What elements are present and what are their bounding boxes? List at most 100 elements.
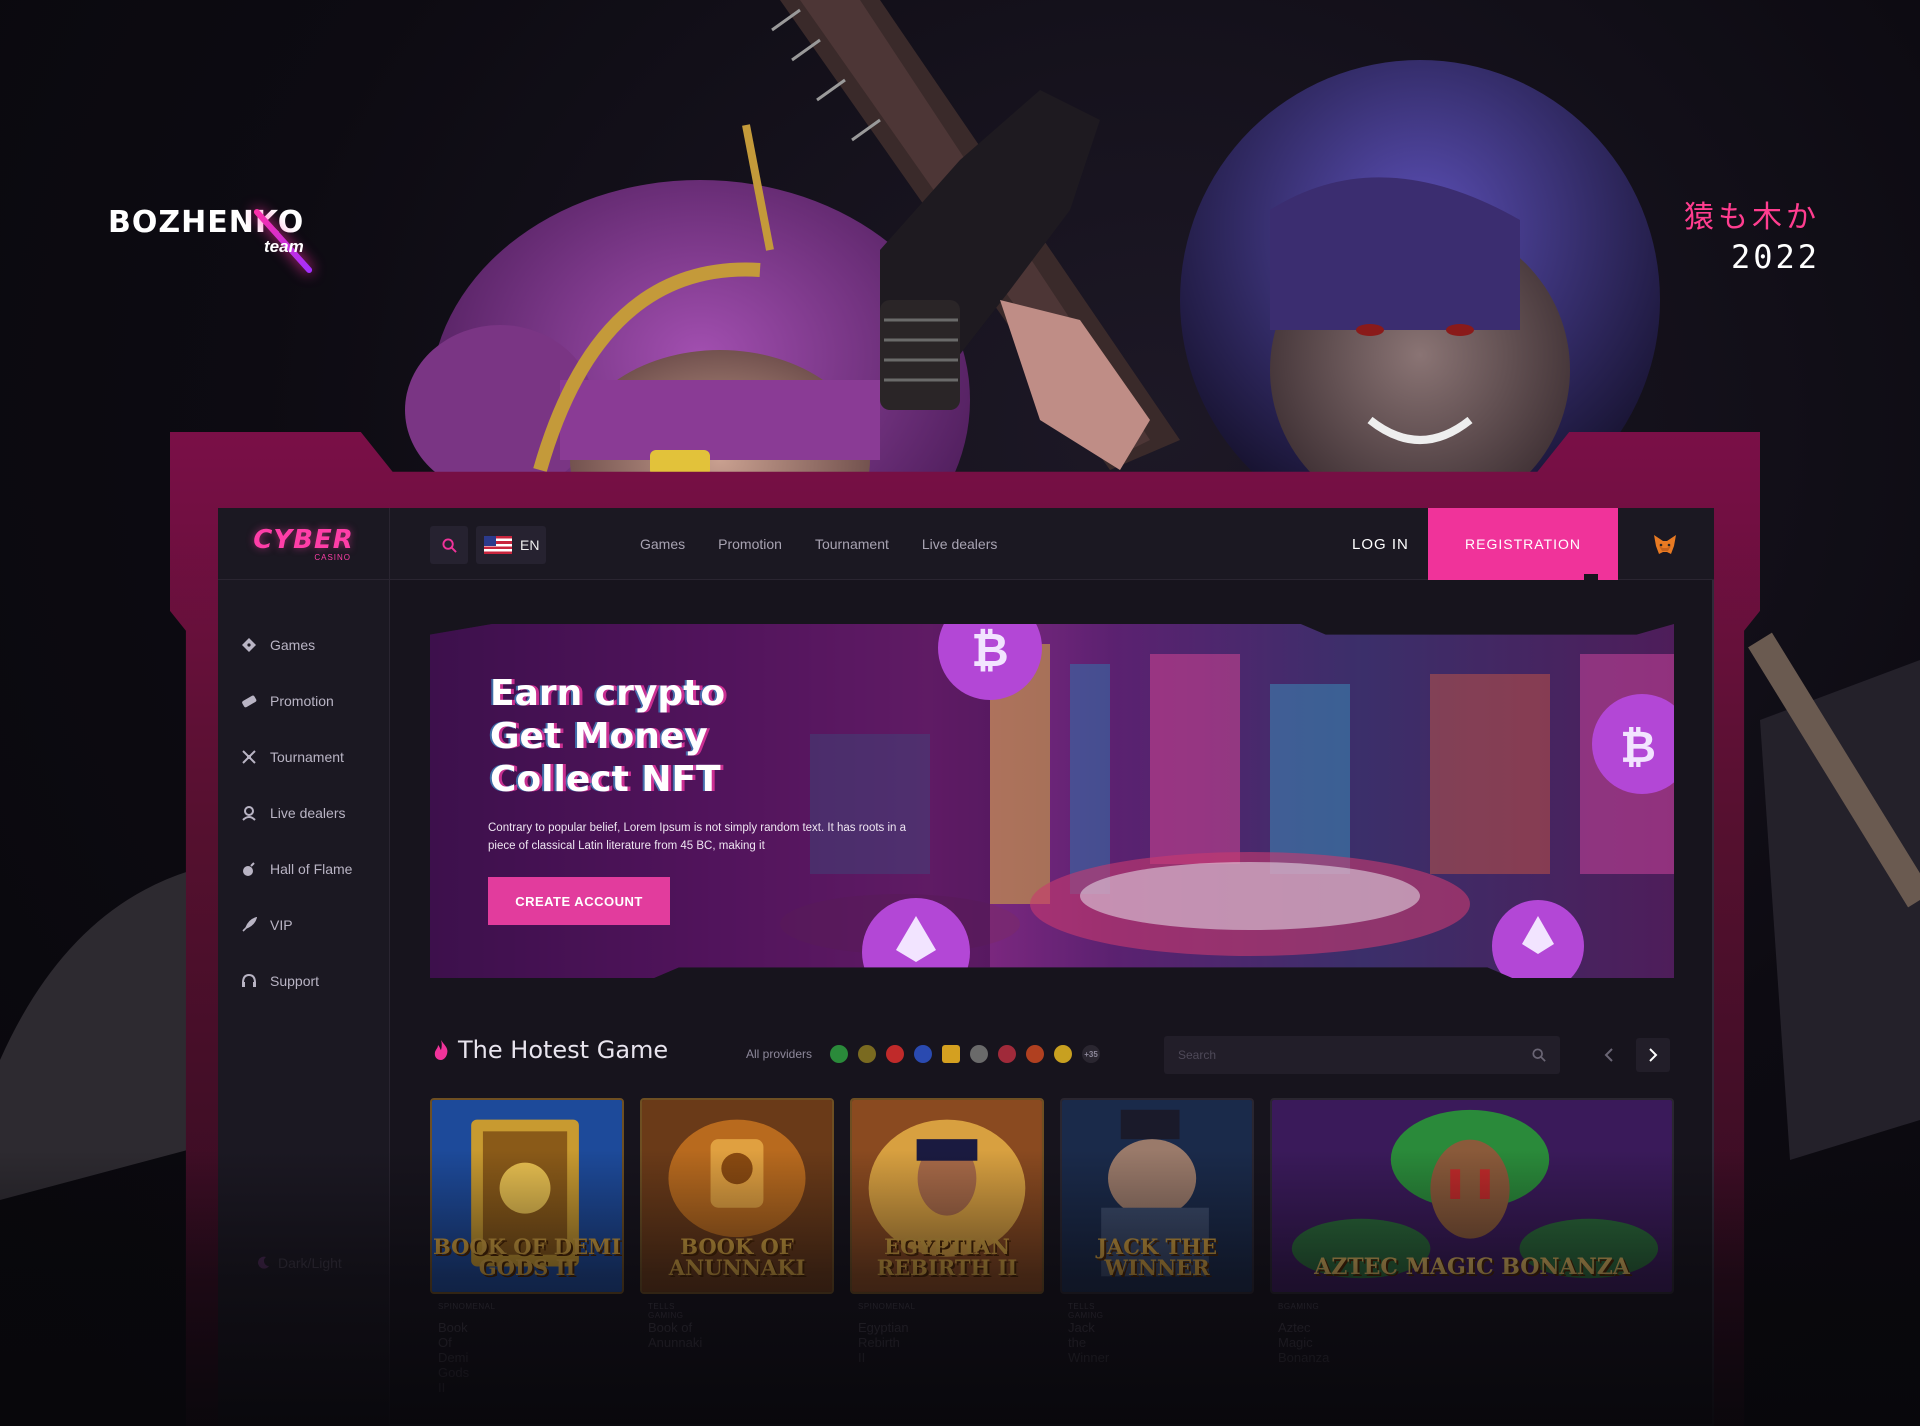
sidebar-item-label: VIP — [270, 917, 293, 933]
game-title[interactable]: Aztec Magic Bonanza — [1278, 1320, 1329, 1365]
game-card[interactable]: EGYPTIAN REBIRTH II — [850, 1098, 1044, 1294]
provider-logo-icon[interactable] — [830, 1045, 849, 1063]
sidebar-item-label: Support — [270, 973, 320, 989]
language-code: EN — [520, 537, 540, 553]
game-art-title: BOOK OF ANUNNAKI — [668, 1234, 806, 1280]
trophy-icon — [240, 748, 258, 766]
game-card[interactable]: BOOK OF ANUNNAKI — [640, 1098, 834, 1294]
brand-sub: team — [264, 237, 304, 256]
game-provider: BGAMING — [1278, 1302, 1320, 1311]
hero-description: Contrary to popular belief, Lorem Ipsum … — [488, 822, 907, 852]
sidebar-item-label: Tournament — [270, 749, 344, 765]
header-search-button[interactable] — [430, 526, 468, 564]
theme-toggle-label: Dark/Light — [278, 1255, 342, 1271]
sidebar-item-games[interactable]: Games — [240, 636, 315, 654]
more-providers-badge[interactable]: +35 — [1082, 1045, 1101, 1063]
provider-logo-icon[interactable] — [1054, 1045, 1073, 1063]
sidebar-item-live-dealers[interactable]: Live dealers — [240, 804, 346, 822]
sidebar-item-vip[interactable]: VIP — [240, 916, 293, 934]
sidebar-item-label: Promotion — [270, 693, 334, 709]
us-flag-icon — [484, 536, 512, 554]
language-selector[interactable]: EN — [476, 526, 546, 564]
provider-logo-icon[interactable] — [886, 1045, 905, 1063]
ticket-icon — [240, 692, 258, 710]
dealer-icon — [240, 804, 258, 822]
game-search-input[interactable]: Search — [1164, 1036, 1560, 1074]
sidebar: Games Promotion Tournament Live dealers … — [218, 580, 390, 1426]
game-title[interactable]: Jack the Winner — [1068, 1320, 1109, 1365]
nav-promotion[interactable]: Promotion — [718, 536, 782, 552]
game-card[interactable]: BOOK OF DEMI GODS II — [430, 1098, 624, 1294]
game-art-title: AZTEC MAGIC BONANZA — [1314, 1254, 1630, 1280]
game-card[interactable]: AZTEC MAGIC BONANZA — [1270, 1098, 1674, 1294]
hero-banner: ₿ ₿ Earn crypto Get Money Collect NFT Co… — [430, 624, 1674, 978]
all-providers-filter[interactable]: All providers — [746, 1047, 812, 1061]
sidebar-item-tournament[interactable]: Tournament — [240, 748, 344, 766]
hero-title-line: Collect NFT — [490, 759, 721, 800]
game-title[interactable]: Book Of Demi Gods II — [438, 1320, 469, 1395]
section-title-text: The Hotest Game — [458, 1036, 669, 1064]
game-provider: SPINOMENAL — [438, 1302, 496, 1311]
svg-text:₿: ₿ — [1620, 722, 1656, 773]
game-provider: TELLS GAMING — [1068, 1302, 1104, 1320]
carousel-next-button[interactable] — [1636, 1038, 1670, 1072]
hero-title-line: Earn crypto — [490, 673, 726, 714]
logo-sub-text: CASINO — [314, 552, 351, 562]
provider-logo-icon[interactable] — [998, 1045, 1017, 1063]
game-provider: TELLS GAMING — [648, 1302, 684, 1320]
nav-tournament[interactable]: Tournament — [815, 536, 889, 552]
presentation-motto: 猿も木か 2022 — [1684, 192, 1820, 276]
search-icon — [441, 537, 457, 553]
provider-logo-icon[interactable] — [914, 1045, 933, 1063]
nav-live-dealers[interactable]: Live dealers — [922, 536, 998, 552]
game-search-placeholder: Search — [1178, 1048, 1217, 1062]
hero-title: Earn crypto Get Money Collect NFT — [490, 672, 725, 801]
flame-icon — [434, 1040, 448, 1060]
moon-icon — [258, 1256, 269, 1269]
motto-year: 2022 — [1730, 238, 1820, 276]
sidebar-item-support[interactable]: Support — [240, 972, 319, 990]
logo-main-text: CYBER — [253, 524, 354, 555]
nav-games[interactable]: Games — [640, 536, 685, 552]
game-art-title: EGYPTIAN REBIRTH II — [876, 1234, 1018, 1280]
cyber-casino-logo[interactable]: CYBER CASINO — [218, 508, 390, 580]
registration-button[interactable]: REGISTRATION — [1428, 508, 1618, 580]
chevron-left-icon — [1604, 1048, 1613, 1062]
hero-title-line: Get Money — [490, 716, 708, 757]
section-title: The Hotest Game — [432, 1036, 668, 1064]
provider-logo-icon[interactable] — [1026, 1045, 1045, 1063]
top-navigation: Games Promotion Tournament Live dealers — [640, 508, 997, 580]
create-account-button[interactable]: CREATE ACCOUNT — [488, 877, 670, 925]
game-provider: SPINOMENAL — [858, 1302, 916, 1311]
login-button[interactable]: LOG IN — [1352, 508, 1409, 580]
motto-japanese: 猿も木か — [1684, 200, 1820, 235]
bomb-icon — [240, 860, 258, 878]
app-header: CYBER CASINO EN Games Promotion Tourname… — [218, 508, 1714, 580]
game-art-title: BOOK OF DEMI GODS II — [432, 1234, 622, 1280]
provider-logo-icon[interactable] — [858, 1045, 877, 1063]
sidebar-item-label: Hall of Flame — [270, 861, 353, 877]
svg-text:₿: ₿ — [971, 624, 1009, 677]
sidebar-item-promotion[interactable]: Promotion — [240, 692, 334, 710]
game-title[interactable]: Book of Anunnaki — [648, 1320, 702, 1350]
theme-toggle[interactable]: Dark/Light — [256, 1255, 342, 1271]
dice-icon — [240, 636, 258, 654]
chevron-right-icon — [1649, 1048, 1658, 1062]
sidebar-item-hall-of-flame[interactable]: Hall of Flame — [240, 860, 352, 878]
fox-icon — [1654, 535, 1676, 554]
game-card[interactable]: JACK THE WINNER — [1060, 1098, 1254, 1294]
provider-logo-icon[interactable] — [942, 1045, 961, 1063]
carousel-prev-button[interactable] — [1592, 1038, 1626, 1072]
sidebar-item-label: Games — [270, 637, 316, 653]
rocket-icon — [240, 916, 258, 934]
sidebar-item-label: Live dealers — [270, 805, 346, 821]
ethereum-coin-icon — [1492, 900, 1584, 978]
provider-logo-icon[interactable] — [970, 1045, 989, 1063]
game-title[interactable]: Egyptian Rebirth II — [858, 1320, 909, 1365]
bozhenko-brand-logo: BOZHENKO team — [108, 205, 314, 275]
search-icon — [1532, 1048, 1546, 1062]
metamask-wallet-button[interactable] — [1650, 530, 1680, 560]
headset-icon — [240, 972, 258, 990]
game-art-title: JACK THE WINNER — [1097, 1234, 1217, 1280]
provider-filter: All providers +35 — [746, 1045, 1101, 1063]
